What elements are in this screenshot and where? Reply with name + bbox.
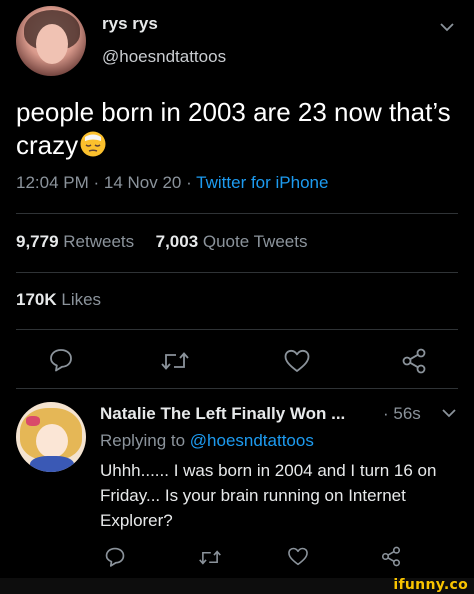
quotes-label[interactable]: Quote Tweets bbox=[198, 232, 308, 251]
reply-time[interactable]: · 56s bbox=[383, 404, 421, 424]
divider bbox=[16, 329, 458, 330]
sleeping-face-emoji-icon bbox=[80, 131, 106, 157]
share-icon[interactable] bbox=[380, 546, 402, 567]
avatar-bow bbox=[26, 416, 40, 426]
divider bbox=[16, 213, 458, 214]
author-handle[interactable]: @hoesndtattoos bbox=[102, 47, 226, 67]
retweet-icon[interactable] bbox=[198, 548, 222, 567]
divider bbox=[16, 272, 458, 273]
likes-count[interactable]: 170K bbox=[16, 290, 57, 309]
tweet-meta: 12:04 PM · 14 Nov 20 · Twitter for iPhon… bbox=[16, 173, 328, 193]
tweet-source-link[interactable]: Twitter for iPhone bbox=[196, 173, 328, 192]
replying-to-prefix: Replying to bbox=[100, 431, 190, 450]
author-name[interactable]: rys rys bbox=[102, 14, 158, 34]
likes-label[interactable]: Likes bbox=[57, 290, 101, 309]
retweets-count[interactable]: 9,779 bbox=[16, 232, 59, 251]
avatar-face bbox=[36, 24, 68, 64]
avatar-face bbox=[36, 424, 68, 458]
tweet-text: people born in 2003 are 23 now that’s cr… bbox=[16, 96, 456, 162]
retweet-stats: 9,779 Retweets 7,003 Quote Tweets bbox=[16, 232, 307, 252]
reply-text: Uhhh...... I was born in 2004 and I turn… bbox=[100, 461, 437, 530]
divider bbox=[16, 388, 458, 389]
tweet-time: 12:04 PM · 14 Nov 20 · bbox=[16, 173, 197, 192]
retweets-label[interactable]: Retweets bbox=[59, 232, 134, 251]
replying-to-handle[interactable]: @hoesndtattoos bbox=[190, 431, 314, 450]
speech-bubble-icon[interactable] bbox=[104, 546, 126, 568]
avatar-collar bbox=[30, 456, 74, 472]
heart-icon[interactable] bbox=[287, 546, 309, 567]
speech-bubble-icon[interactable] bbox=[48, 347, 74, 373]
avatar[interactable] bbox=[16, 6, 86, 76]
chevron-down-icon[interactable] bbox=[440, 22, 454, 32]
share-icon[interactable] bbox=[400, 348, 428, 374]
reply-avatar[interactable] bbox=[16, 402, 86, 472]
replying-to: Replying to @hoesndtattoos bbox=[100, 431, 314, 451]
retweet-icon[interactable] bbox=[160, 349, 190, 373]
watermark-logo: ifunny.co bbox=[393, 577, 468, 593]
heart-icon[interactable] bbox=[283, 348, 311, 374]
chevron-down-icon[interactable] bbox=[442, 408, 456, 418]
reply-author-name[interactable]: Natalie The Left Finally Won ... bbox=[100, 404, 345, 424]
like-stats: 170K Likes bbox=[16, 290, 101, 310]
quotes-count[interactable]: 7,003 bbox=[156, 232, 199, 251]
